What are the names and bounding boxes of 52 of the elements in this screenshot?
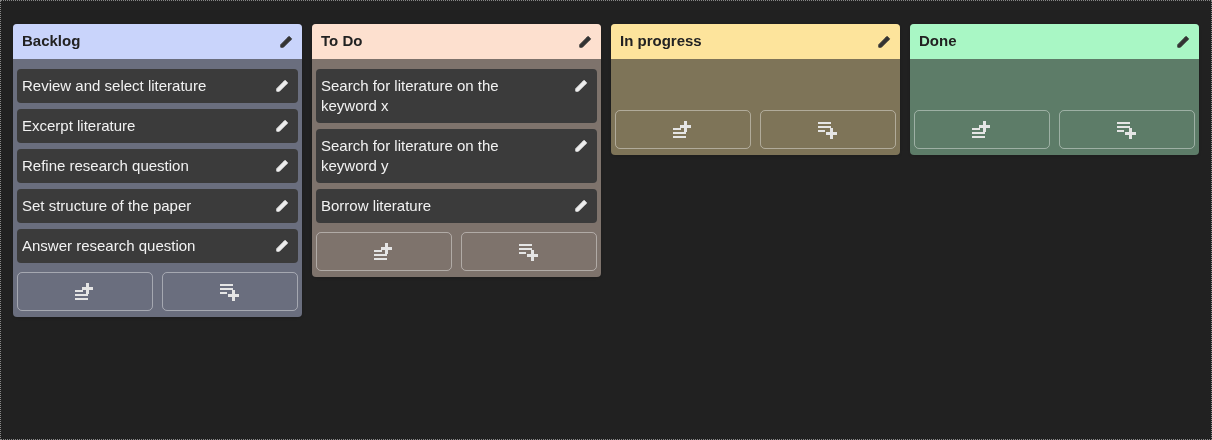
task-title: Search for literature on the keyword x [321,76,500,116]
task-card[interactable]: Answer research question [17,229,298,263]
add-card-top-button[interactable] [914,110,1050,149]
edit-column-button[interactable] [877,34,891,49]
add-list-icon [817,120,839,139]
pencil-icon [275,119,289,133]
task-card[interactable]: Search for literature on the keyword y [316,129,597,183]
pencil-icon [574,79,588,93]
add-card-bottom-button[interactable] [760,110,896,149]
task-title: Refine research question [22,156,189,176]
pencil-icon [275,79,289,93]
pencil-icon [279,34,293,49]
task-title: Set structure of the paper [22,196,192,216]
task-card[interactable]: Borrow literature [316,189,597,223]
add-card-bottom-button[interactable] [162,272,298,311]
column-title: Backlog [22,31,81,52]
add-list-icon [518,242,540,261]
add-card-bottom-button[interactable] [1059,110,1195,149]
add-card-top-button[interactable] [17,272,153,311]
pencil-icon [275,159,289,173]
add-line-icon [672,120,694,139]
task-title: Borrow literature [321,196,432,216]
add-list-icon [219,282,241,301]
task-title: Excerpt literature [22,116,136,136]
add-card-top-button[interactable] [615,110,751,149]
add-line-icon [74,282,96,301]
pencil-icon [574,139,588,153]
task-card[interactable]: Search for literature on the keyword x [316,69,597,123]
pencil-icon [578,34,592,49]
column-title: Done [919,31,957,52]
task-title: Search for literature on the keyword y [321,136,500,176]
pencil-icon [275,239,289,253]
add-card-bottom-button[interactable] [461,232,597,271]
column-title: To Do [321,31,363,52]
pencil-icon [1176,34,1190,49]
add-line-icon [373,242,395,261]
task-card[interactable]: Refine research question [17,149,298,183]
task-title: Answer research question [22,236,196,256]
task-title: Review and select literature [22,76,207,96]
pencil-icon [275,199,289,213]
edit-column-button[interactable] [578,34,592,49]
add-line-icon [971,120,993,139]
task-card[interactable]: Review and select literature [17,69,298,103]
edit-column-button[interactable] [1176,34,1190,49]
task-card[interactable]: Excerpt literature [17,109,298,143]
pencil-icon [574,199,588,213]
column-title: In progress [620,31,702,52]
pencil-icon [877,34,891,49]
task-card[interactable]: Set structure of the paper [17,189,298,223]
add-list-icon [1116,120,1138,139]
edit-column-button[interactable] [279,34,293,49]
add-card-top-button[interactable] [316,232,452,271]
